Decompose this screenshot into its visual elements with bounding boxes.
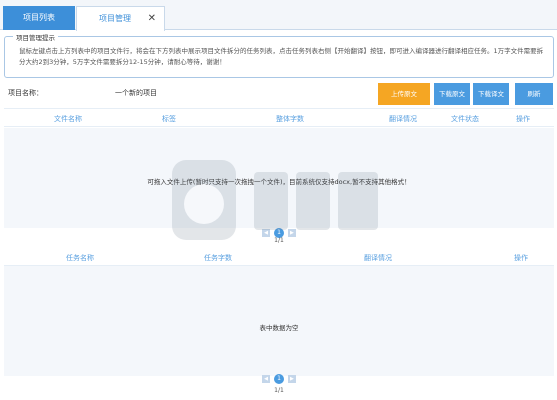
column-header-file-status[interactable]: 文件状态 <box>451 114 479 124</box>
tab-project-list[interactable]: 项目列表 <box>3 6 75 30</box>
column-header-task-name[interactable]: 任务名称 <box>66 253 94 263</box>
project-name-value: 一个新的项目 <box>115 89 157 97</box>
task-next-page-icon[interactable]: ▶ <box>287 374 296 383</box>
column-header-translation-status[interactable]: 翻译情况 <box>389 114 417 124</box>
hint-legend: 项目管理提示 <box>13 32 58 42</box>
task-page-info: 1/1 <box>274 387 284 394</box>
column-header-task-word-count[interactable]: 任务字数 <box>204 253 232 263</box>
project-toolbar: 项目名称： 一个新的项目 上传原文 下载原文 下载译文 刷新 <box>0 82 557 106</box>
refresh-button[interactable]: 刷新 <box>515 83 553 105</box>
task-pagination: ◀ 1 ▶ <box>4 374 554 384</box>
download-translation-button[interactable]: 下载译文 <box>473 83 509 105</box>
task-empty-text: 表中数据为空 <box>259 324 299 332</box>
watermark-logo <box>172 160 378 240</box>
close-icon[interactable]: ✕ <box>148 7 156 31</box>
upload-source-button[interactable]: 上传原文 <box>378 83 430 105</box>
file-table-header: 文件名称 标签 整体字数 翻译情况 文件状态 操作 <box>4 108 554 127</box>
column-header-actions[interactable]: 操作 <box>516 114 530 124</box>
task-table: 任务名称 任务字数 翻译情况 操作 表中数据为空 ◀ 1 ▶ 1/1 <box>4 248 554 398</box>
task-table-body: 表中数据为空 <box>4 266 554 376</box>
task-page-number-button[interactable]: 1 <box>274 374 284 384</box>
column-header-task-translation-status[interactable]: 翻译情况 <box>364 253 392 263</box>
tab-project-manage-label: 项目管理 <box>99 14 131 23</box>
download-source-button[interactable]: 下载原文 <box>434 83 470 105</box>
column-header-file-name[interactable]: 文件名称 <box>54 114 82 124</box>
column-header-tag[interactable]: 标签 <box>162 114 176 124</box>
task-prev-page-icon[interactable]: ◀ <box>262 374 271 383</box>
task-table-header: 任务名称 任务字数 翻译情况 操作 <box>4 248 554 266</box>
project-name-label: 项目名称： <box>8 89 43 97</box>
hint-text: 鼠标左键点击上方列表中的项目文件行，将会在下方列表中展示项目文件拆分的任务列表，… <box>19 47 544 66</box>
tab-project-list-label: 项目列表 <box>23 13 55 22</box>
hint-box: 项目管理提示 鼠标左键点击上方列表中的项目文件行，将会在下方列表中展示项目文件拆… <box>4 32 554 78</box>
column-header-word-count[interactable]: 整体字数 <box>276 114 304 124</box>
column-header-task-actions[interactable]: 操作 <box>514 253 528 263</box>
tab-project-manage[interactable]: 项目管理 ✕ <box>76 6 165 31</box>
tab-bar: 项目列表 项目管理 ✕ <box>0 0 557 31</box>
